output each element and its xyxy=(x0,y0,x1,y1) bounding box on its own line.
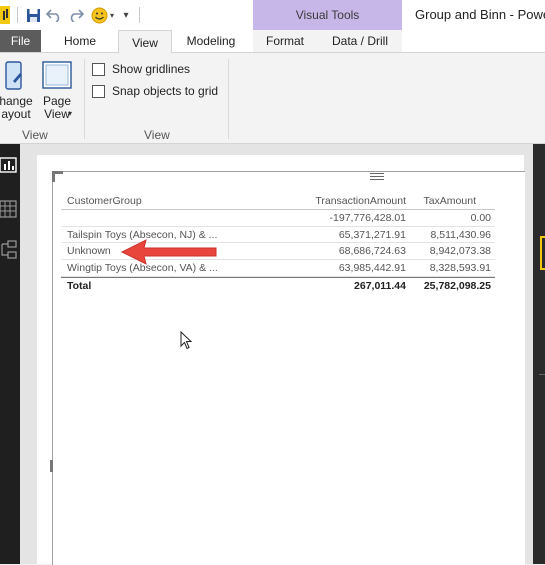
column-header[interactable]: TransactionAmount xyxy=(315,195,406,207)
visual-drag-handle[interactable] xyxy=(370,172,384,180)
redo-button[interactable] xyxy=(67,5,85,25)
pane-highlight xyxy=(540,236,545,270)
snap-objects-option[interactable]: Snap objects to grid xyxy=(92,83,218,99)
group-label-view-right: View xyxy=(144,128,170,142)
smiley-icon xyxy=(91,7,107,23)
cell-tax-amount: 8,942,073.38 xyxy=(429,245,491,258)
cell-transaction-amount: 68,686,724.63 xyxy=(338,245,406,258)
group-divider xyxy=(84,59,85,139)
powerbi-logo-icon xyxy=(0,6,10,24)
total-tax-amount: 25,782,098.25 xyxy=(423,279,491,292)
snap-objects-label: Snap objects to grid xyxy=(112,84,219,98)
redo-icon xyxy=(70,9,84,22)
phone-layout-icon xyxy=(5,61,22,90)
change-layout-button[interactable]: hange ayout xyxy=(0,59,36,125)
table-header-row: CustomerGroup TransactionAmount TaxAmoun… xyxy=(61,193,495,210)
show-gridlines-checkbox[interactable] xyxy=(92,62,105,76)
group-label-view-left: View xyxy=(22,128,48,142)
ribbon-tab-row: File Home View Modeling Format Data / Dr… xyxy=(0,30,545,54)
window-title: Group and Binn - Power xyxy=(415,7,545,22)
table-row[interactable]: -197,776,428.01 0.00 xyxy=(61,210,495,227)
title-bar: ▾ ▾ Visual Tools Group and Binn - Power xyxy=(0,0,545,30)
undo-icon xyxy=(46,9,60,22)
visual-tools-contextual-header: Visual Tools xyxy=(253,0,402,30)
data-view-icon[interactable] xyxy=(0,200,18,218)
visual-resize-handle-tl[interactable] xyxy=(52,171,63,182)
tab-format[interactable]: Format xyxy=(258,30,312,52)
save-icon xyxy=(26,8,40,22)
annotation-arrow-icon xyxy=(120,239,217,265)
cell-transaction-amount: -197,776,428.01 xyxy=(329,211,406,224)
relationships-view-icon[interactable] xyxy=(0,240,18,260)
smile-feedback-button[interactable] xyxy=(90,5,108,25)
save-button[interactable] xyxy=(24,5,42,25)
right-pane xyxy=(533,144,545,564)
cell-tax-amount: 0.00 xyxy=(470,211,491,224)
total-label: Total xyxy=(67,279,92,292)
ribbon-view: hange ayout Page View ▾ View Show gridli… xyxy=(0,53,545,144)
tab-data-drill[interactable]: Data / Drill xyxy=(322,30,398,52)
tab-home[interactable]: Home xyxy=(50,30,110,52)
show-gridlines-option[interactable]: Show gridlines xyxy=(92,61,190,77)
pane-divider xyxy=(539,374,545,375)
feedback-dropdown-icon[interactable]: ▾ xyxy=(108,5,116,25)
change-layout-label: hange ayout xyxy=(0,94,33,121)
tab-modeling[interactable]: Modeling xyxy=(176,30,246,52)
show-gridlines-label: Show gridlines xyxy=(112,62,191,76)
table-total-row: Total 267,011.44 25,782,098.25 xyxy=(61,276,495,294)
qat-separator xyxy=(17,7,18,23)
qat-separator xyxy=(139,7,140,23)
cell-tax-amount: 8,328,593.91 xyxy=(429,262,491,275)
left-nav xyxy=(0,144,20,564)
cell-transaction-amount: 65,371,271.91 xyxy=(338,228,406,241)
tab-file[interactable]: File xyxy=(0,30,41,52)
group-divider xyxy=(228,59,229,139)
column-header[interactable]: CustomerGroup xyxy=(67,195,142,207)
snap-objects-checkbox[interactable] xyxy=(92,84,105,98)
tab-view[interactable]: View xyxy=(118,30,172,54)
page-view-button[interactable]: Page View ▾ xyxy=(38,59,76,125)
cell-transaction-amount: 63,985,442.91 xyxy=(338,262,406,275)
column-header[interactable]: TaxAmount xyxy=(423,195,476,207)
page-view-icon xyxy=(42,61,72,89)
customize-qat-button[interactable]: ▾ xyxy=(120,5,132,25)
visual-resize-handle-left[interactable] xyxy=(50,460,53,472)
page-view-dropdown-icon: ▾ xyxy=(68,109,73,118)
report-view-icon[interactable] xyxy=(0,156,18,174)
total-transaction-amount: 267,011.44 xyxy=(354,279,406,292)
mouse-cursor-icon xyxy=(180,331,193,350)
undo-button[interactable] xyxy=(45,5,63,25)
cell-customer-group: Unknown xyxy=(67,245,111,258)
cell-tax-amount: 8,511,430.96 xyxy=(430,228,491,241)
